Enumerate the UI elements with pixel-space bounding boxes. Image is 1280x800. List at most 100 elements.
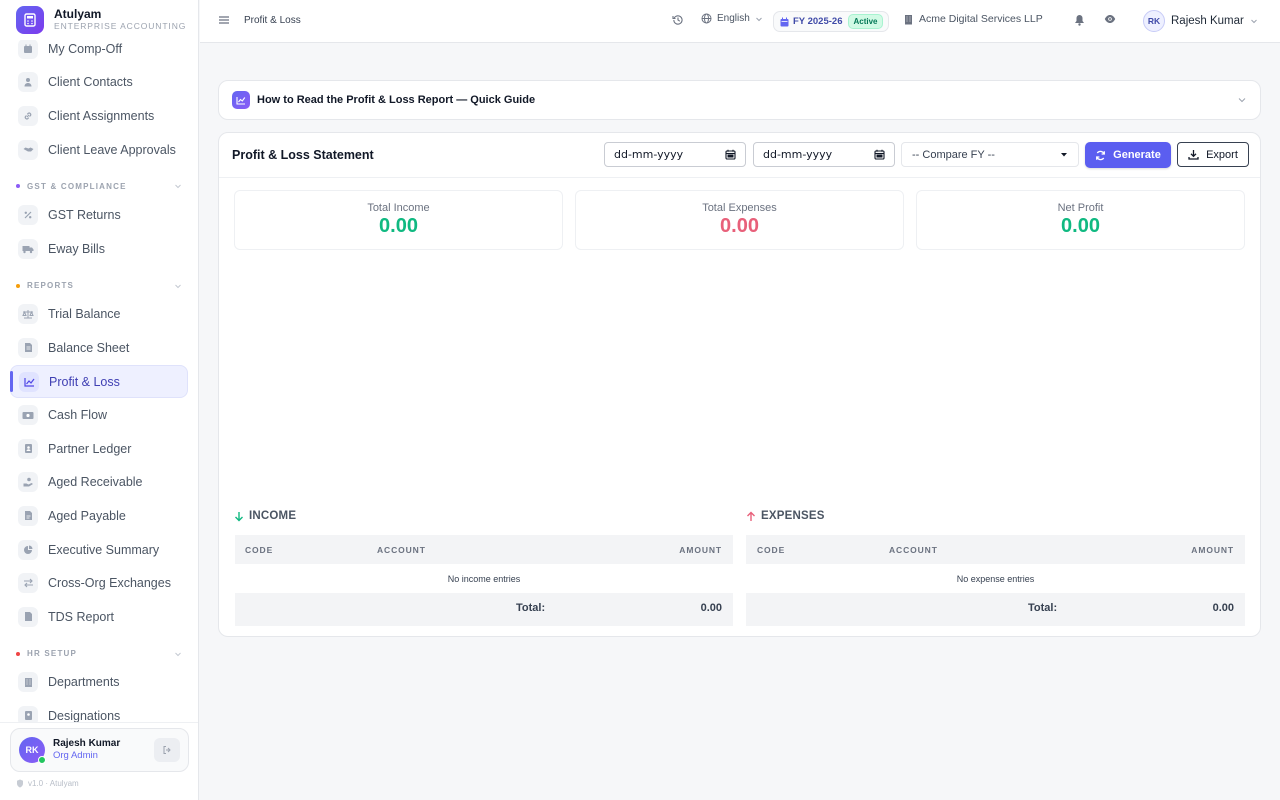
document-icon — [18, 337, 38, 358]
from-date-input[interactable]: dd-mm-yyyy — [604, 142, 746, 167]
sidebar-item-trial-balance[interactable]: Trial Balance — [0, 298, 198, 332]
chevron-down-icon — [174, 282, 182, 290]
menu-toggle-button[interactable] — [218, 14, 230, 26]
brand-name: Atulyam — [54, 7, 102, 22]
expenses-table: CODE ACCOUNT AMOUNT No expense entries T… — [746, 535, 1245, 626]
column-header-account: ACCOUNT — [889, 544, 938, 555]
sidebar-item-client-assignments[interactable]: Client Assignments — [0, 99, 198, 133]
sidebar-item-label: GST Returns — [48, 208, 121, 223]
bell-icon — [1075, 15, 1084, 26]
sidebar-item-balance-sheet[interactable]: Balance Sheet — [0, 331, 198, 365]
sidebar-item-executive-summary[interactable]: Executive Summary — [0, 533, 198, 567]
column-header-code: CODE — [245, 544, 274, 555]
kpi-value: 0.00 — [379, 215, 418, 237]
eye-icon — [1104, 15, 1116, 23]
profit-loss-card: Profit & Loss Statement dd-mm-yyyy dd-mm… — [218, 132, 1261, 637]
sidebar-item-profit-loss[interactable]: Profit & Loss — [10, 364, 188, 399]
organization-selector[interactable]: Acme Digital Services LLP — [904, 13, 1043, 25]
history-button[interactable] — [672, 14, 684, 26]
export-button[interactable]: Export — [1177, 142, 1249, 167]
sidebar-item-client-leave-approvals[interactable]: Client Leave Approvals — [0, 133, 198, 167]
link-icon — [18, 105, 38, 126]
sidebar-item-eway-bills[interactable]: Eway Bills — [0, 232, 198, 266]
section-title: HR SETUP — [27, 649, 78, 658]
sidebar-section-hr-setup[interactable]: HR SETUP — [0, 634, 198, 666]
sidebar-section-gst-compliance[interactable]: GST & COMPLIANCE — [0, 166, 198, 198]
building-icon — [905, 14, 912, 24]
scale-icon — [18, 304, 38, 325]
sidebar-item-aged-receivable[interactable]: Aged Receivable — [0, 466, 198, 500]
invoice-icon — [18, 505, 38, 526]
table-footer: Total: 0.00 — [746, 593, 1245, 626]
sidebar-item-label: Eway Bills — [48, 241, 105, 256]
handshake-icon — [18, 139, 38, 160]
language-label: English — [717, 13, 750, 24]
chevron-down-icon — [1237, 95, 1247, 105]
calendar-icon[interactable] — [874, 149, 885, 160]
avatar: RK — [19, 737, 46, 764]
compare-fy-select[interactable]: -- Compare FY -- — [901, 142, 1079, 167]
fiscal-year-selector[interactable]: FY 2025-26 Active — [773, 11, 889, 32]
sidebar-item-cross-org-exchanges[interactable]: Cross-Org Exchanges — [0, 566, 198, 600]
table-header: CODE ACCOUNT AMOUNT — [746, 535, 1245, 564]
calendar-icon — [18, 38, 38, 59]
income-section-title: INCOME — [234, 510, 296, 522]
sidebar-item-aged-payable[interactable]: Aged Payable — [0, 499, 198, 533]
user-card[interactable]: RK Rajesh Kumar Org Admin — [10, 728, 189, 772]
sidebar-item-cash-flow[interactable]: Cash Flow — [0, 398, 198, 432]
logout-button[interactable] — [154, 738, 180, 762]
arrow-up-icon — [747, 511, 755, 521]
status-badge: Active — [848, 14, 883, 29]
sidebar-item-label: Client Assignments — [48, 108, 155, 123]
avatar: RK — [1143, 10, 1165, 32]
kpi-label: Net Profit — [1057, 202, 1104, 214]
sidebar-item-label: Balance Sheet — [48, 340, 130, 355]
sidebar-item-label: Trial Balance — [48, 307, 121, 322]
sidebar-item-departments[interactable]: Departments — [0, 666, 198, 700]
sidebar-item-tds-report[interactable]: TDS Report — [0, 600, 198, 634]
sidebar-item-label: Designations — [48, 708, 121, 723]
percent-icon — [18, 205, 38, 226]
export-label: Export — [1206, 148, 1238, 161]
income-title: INCOME — [249, 510, 297, 522]
hand-coin-icon — [18, 472, 38, 493]
ledger-icon — [18, 438, 38, 459]
chevron-down-icon — [755, 17, 762, 21]
section-dot-icon — [16, 184, 20, 189]
section-dot-icon — [16, 283, 20, 288]
file-icon — [18, 606, 38, 627]
version-footer: v1.0 · Atulyam — [16, 779, 79, 788]
breadcrumb: Profit & Loss — [244, 15, 301, 26]
sidebar-item-client-contacts[interactable]: Client Contacts — [0, 66, 198, 100]
calculator-icon — [16, 6, 44, 34]
language-selector[interactable]: English — [701, 13, 763, 24]
total-value: 0.00 — [1212, 602, 1234, 614]
sidebar-section-reports[interactable]: REPORTS — [0, 266, 198, 298]
user-menu[interactable]: RK Rajesh Kumar — [1143, 10, 1258, 32]
notifications-button[interactable] — [1074, 14, 1085, 26]
arrow-down-icon — [235, 511, 243, 521]
history-icon — [672, 15, 683, 25]
sidebar-item-label: Cross-Org Exchanges — [48, 576, 171, 591]
sidebar-item-label: Aged Payable — [48, 508, 126, 523]
brand[interactable]: Atulyam ENTERPRISE ACCOUNTING — [0, 0, 198, 40]
user-role: Org Admin — [53, 750, 98, 762]
quick-guide-accordion[interactable]: How to Read the Profit & Loss Report — Q… — [218, 80, 1261, 120]
expenses-section-title: EXPENSES — [746, 510, 825, 522]
calendar-icon[interactable] — [725, 149, 736, 160]
chevron-down-icon — [174, 182, 182, 190]
sidebar-item-partner-ledger[interactable]: Partner Ledger — [0, 432, 198, 466]
to-date-input[interactable]: dd-mm-yyyy — [753, 142, 895, 167]
hamburger-icon — [219, 16, 229, 24]
shield-icon — [17, 779, 23, 788]
sidebar: Atulyam ENTERPRISE ACCOUNTING My Comp-Of… — [0, 0, 199, 800]
caret-down-icon — [1061, 152, 1067, 156]
chart-line-icon — [19, 371, 39, 392]
view-mode-button[interactable] — [1104, 14, 1116, 24]
generate-button[interactable]: Generate — [1085, 142, 1171, 168]
kpi-total-income: Total Income 0.00 — [234, 190, 563, 250]
sidebar-item-label: Cash Flow — [48, 408, 108, 423]
income-table: CODE ACCOUNT AMOUNT No income entries To… — [235, 535, 733, 626]
chevron-down-icon — [174, 650, 182, 658]
sidebar-item-gst-returns[interactable]: GST Returns — [0, 198, 198, 232]
